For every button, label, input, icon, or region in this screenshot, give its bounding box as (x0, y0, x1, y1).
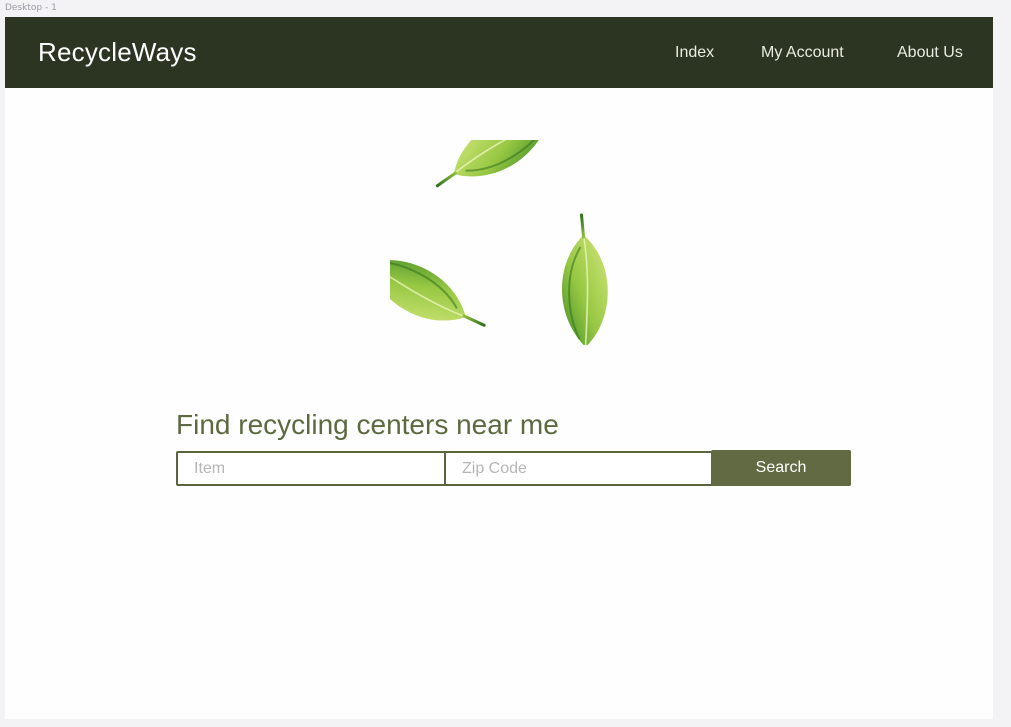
item-search-input[interactable] (176, 451, 448, 486)
nav-link-my-account[interactable]: My Account (761, 44, 844, 62)
search-button[interactable]: Search (711, 450, 851, 486)
frame-label: Desktop - 1 (5, 3, 57, 13)
page-canvas: RecycleWays Index My Account About Us Fi… (5, 17, 993, 719)
page-headline: Find recycling centers near me (176, 409, 559, 440)
nav-link-index[interactable]: Index (675, 44, 714, 62)
navbar: RecycleWays Index My Account About Us (5, 17, 993, 88)
nav-link-about-us[interactable]: About Us (897, 44, 963, 62)
zip-code-input[interactable] (444, 451, 716, 486)
brand-logo-text[interactable]: RecycleWays (38, 37, 197, 68)
recycle-leaves-icon (390, 140, 610, 345)
